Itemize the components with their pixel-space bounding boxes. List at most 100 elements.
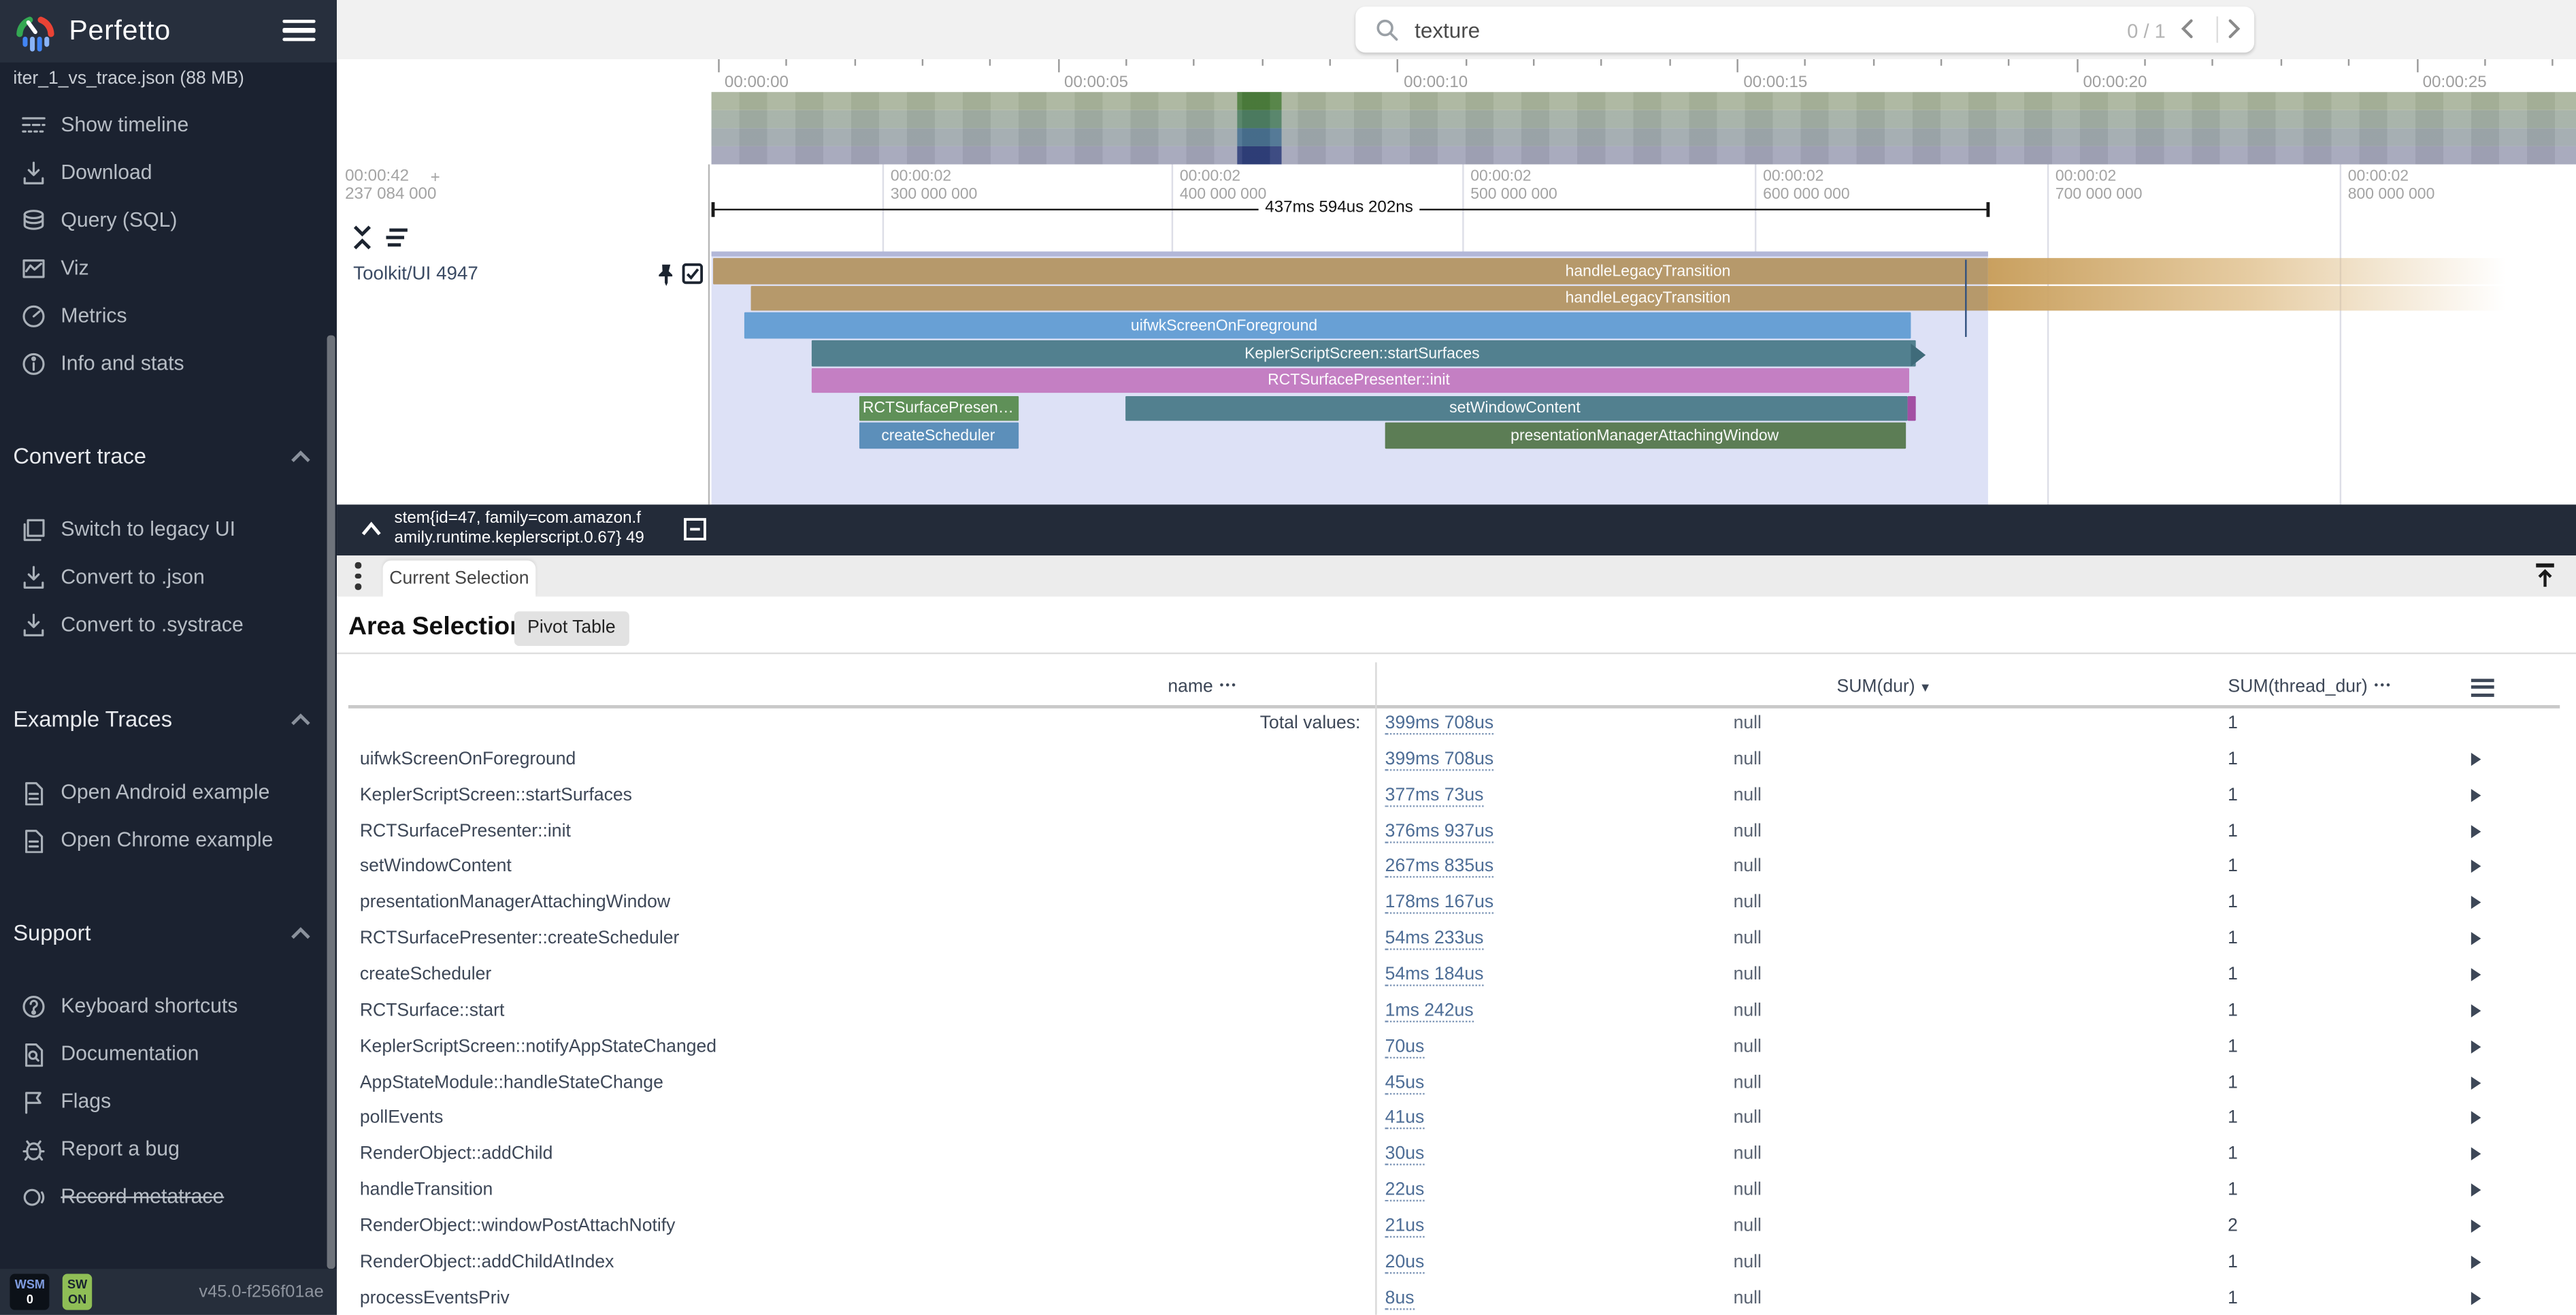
tab-current-selection[interactable]: Current Selection xyxy=(383,560,536,596)
sidebar-item-keyboard-shortcuts[interactable]: Keyboard shortcuts xyxy=(0,983,327,1030)
cell-count: 1 xyxy=(2228,1180,2238,1200)
timeline-slice[interactable]: presentationManagerAttachingWindow xyxy=(1385,423,1906,448)
tab-label: Current Selection xyxy=(383,569,536,589)
section-collapse-icon[interactable] xyxy=(291,927,310,940)
collapse-tracks-icon[interactable] xyxy=(350,223,374,251)
cell-sum-dur-link[interactable]: 41us xyxy=(1385,1108,1425,1129)
sidebar-scrollbar[interactable] xyxy=(327,336,335,1269)
cell-sum-dur-link[interactable]: 178ms 167us xyxy=(1385,893,1493,914)
collapse-panel-icon[interactable] xyxy=(684,518,707,541)
timeline-slice[interactable]: handleLegacyTransition xyxy=(713,258,1988,283)
cell-sum-dur-link[interactable]: 21us xyxy=(1385,1216,1425,1237)
row-expand-icon[interactable] xyxy=(2471,1111,2481,1124)
row-expand-icon[interactable] xyxy=(2471,860,2481,873)
row-expand-icon[interactable] xyxy=(2471,1004,2481,1017)
sidebar-item-query-sql[interactable]: Query (SQL) xyxy=(0,197,327,245)
column-header-sum-dur[interactable]: SUM(dur)▾ xyxy=(1837,677,1930,697)
section-collapse-icon[interactable] xyxy=(291,451,310,464)
cell-sum-thread-dur: null xyxy=(1734,1180,1762,1200)
track-checkbox[interactable] xyxy=(682,263,703,284)
kebab-menu-icon[interactable] xyxy=(355,562,365,590)
cell-name: KeplerScriptScreen::notifyAppStateChange… xyxy=(360,1037,716,1056)
section-collapse-icon[interactable] xyxy=(291,713,310,726)
cell-sum-dur-link[interactable]: 22us xyxy=(1385,1180,1425,1201)
row-expand-icon[interactable] xyxy=(2471,968,2481,981)
cell-sum-dur-link[interactable]: 45us xyxy=(1385,1073,1425,1094)
row-expand-icon[interactable] xyxy=(2471,896,2481,909)
timeline-slice[interactable]: createScheduler xyxy=(859,423,1019,448)
pin-icon[interactable] xyxy=(656,263,677,286)
column-header-sum-thread-dur[interactable]: SUM(thread_dur)••• xyxy=(2228,677,2392,697)
ruler-tick-label: 00:00:10 xyxy=(1404,74,1468,93)
cell-sum-dur-link[interactable]: 399ms 708us xyxy=(1385,749,1493,770)
sidebar-item-label: Switch to legacy UI xyxy=(61,518,235,541)
timeline-slice[interactable]: uifwkScreenOnForeground xyxy=(744,313,1911,338)
sidebar-item-documentation[interactable]: Documentation xyxy=(0,1030,327,1078)
record-icon xyxy=(21,1185,46,1210)
perfetto-app: Perfetto iter_1_vs_trace.json (88 MB) Sh… xyxy=(0,0,2576,1315)
cell-sum-dur-link[interactable]: 20us xyxy=(1385,1252,1425,1273)
sidebar-item-viz[interactable]: Viz xyxy=(0,245,327,293)
row-expand-icon[interactable] xyxy=(2471,1148,2481,1160)
cell-sum-dur-link[interactable]: 70us xyxy=(1385,1037,1425,1058)
cell-sum-dur-link[interactable]: 8us xyxy=(1385,1288,1415,1309)
column-header-name[interactable]: name••• xyxy=(1168,677,1238,697)
track-name[interactable]: Toolkit/UI 4947 xyxy=(353,265,478,285)
panel-content: Area Selection Pivot Table name••• SUM(d… xyxy=(337,597,2576,1315)
row-expand-icon[interactable] xyxy=(2471,1075,2481,1088)
sidebar-item-info-and-stats[interactable]: Info and stats xyxy=(0,340,327,388)
row-expand-icon[interactable] xyxy=(2471,1220,2481,1233)
sidebar-item-flags[interactable]: Flags xyxy=(0,1078,327,1126)
pivot-table-button[interactable]: Pivot Table xyxy=(514,611,629,646)
sidebar-item-switch-to-legacy-ui[interactable]: Switch to legacy UI xyxy=(0,506,327,554)
cell-sum-dur-link[interactable]: 399ms 708us xyxy=(1385,713,1493,734)
info-icon xyxy=(21,352,46,376)
timeline-slice[interactable]: RCTSurfacePresenter::init xyxy=(812,368,1909,393)
row-expand-icon[interactable] xyxy=(2471,824,2481,837)
dock-to-top-icon[interactable] xyxy=(2532,562,2558,590)
sidebar-item-record-metatrace[interactable]: Record metatrace xyxy=(0,1173,327,1221)
grid-line xyxy=(2047,164,2049,504)
search-next-icon[interactable] xyxy=(2223,18,2244,39)
cell-sum-dur-link[interactable]: 267ms 835us xyxy=(1385,857,1493,878)
sidebar-item-open-android-example[interactable]: Open Android example xyxy=(0,769,327,817)
selection-info-bar: stem{id=47, family=com.amazon.f amily.ru… xyxy=(337,504,2576,555)
sidebar-item-open-chrome-example[interactable]: Open Chrome example xyxy=(0,817,327,864)
chevron-up-icon[interactable] xyxy=(360,519,383,539)
timeline-slice[interactable]: RCTSurfacePresen… xyxy=(859,395,1019,421)
table-menu-icon[interactable] xyxy=(2471,679,2494,698)
timeline-slice[interactable]: handleLegacyTransition xyxy=(751,285,1988,310)
cell-sum-dur-link[interactable]: 1ms 242us xyxy=(1385,1001,1474,1022)
sidebar-item-convert-to-json[interactable]: Convert to .json xyxy=(0,554,327,602)
row-expand-icon[interactable] xyxy=(2471,932,2481,945)
search-input[interactable] xyxy=(1411,8,1960,52)
ruler-tick xyxy=(2009,59,2010,66)
timeline-slice[interactable] xyxy=(1908,395,1916,421)
sidebar-item-report-a-bug[interactable]: Report a bug xyxy=(0,1126,327,1173)
sidebar-item-show-timeline[interactable]: Show timeline xyxy=(0,102,327,150)
hamburger-menu-icon[interactable] xyxy=(282,20,315,43)
cell-sum-dur-link[interactable]: 54ms 184us xyxy=(1385,964,1484,986)
ruler-tick xyxy=(1941,59,1942,66)
sidebar-item-download[interactable]: Download xyxy=(0,150,327,197)
timeline-slice[interactable]: setWindowContent xyxy=(1125,395,1907,421)
cell-sum-dur-link[interactable]: 377ms 73us xyxy=(1385,785,1484,807)
panel-heading: Area Selection xyxy=(348,613,525,643)
track-sort-icon[interactable] xyxy=(383,227,411,248)
search-prev-icon[interactable] xyxy=(2177,18,2198,39)
row-expand-icon[interactable] xyxy=(2471,1040,2481,1053)
sidebar-item-convert-to-systrace[interactable]: Convert to .systrace xyxy=(0,602,327,649)
row-expand-icon[interactable] xyxy=(2471,1184,2481,1197)
row-expand-icon[interactable] xyxy=(2471,753,2481,766)
row-expand-icon[interactable] xyxy=(2471,1291,2481,1304)
cell-sum-dur-link[interactable]: 376ms 937us xyxy=(1385,821,1493,842)
cell-sum-dur-link[interactable]: 54ms 233us xyxy=(1385,929,1484,950)
cell-name: AppStateModule::handleStateChange xyxy=(360,1073,663,1092)
ruler-tick xyxy=(922,59,923,66)
sidebar-item-metrics[interactable]: Metrics xyxy=(0,293,327,340)
cell-sum-dur-link[interactable]: 30us xyxy=(1385,1144,1425,1165)
row-expand-icon[interactable] xyxy=(2471,1255,2481,1268)
row-expand-icon[interactable] xyxy=(2471,788,2481,801)
timeline-slice[interactable]: KeplerScriptScreen::startSurfaces xyxy=(812,340,1916,366)
ruler-tick xyxy=(1261,59,1263,66)
